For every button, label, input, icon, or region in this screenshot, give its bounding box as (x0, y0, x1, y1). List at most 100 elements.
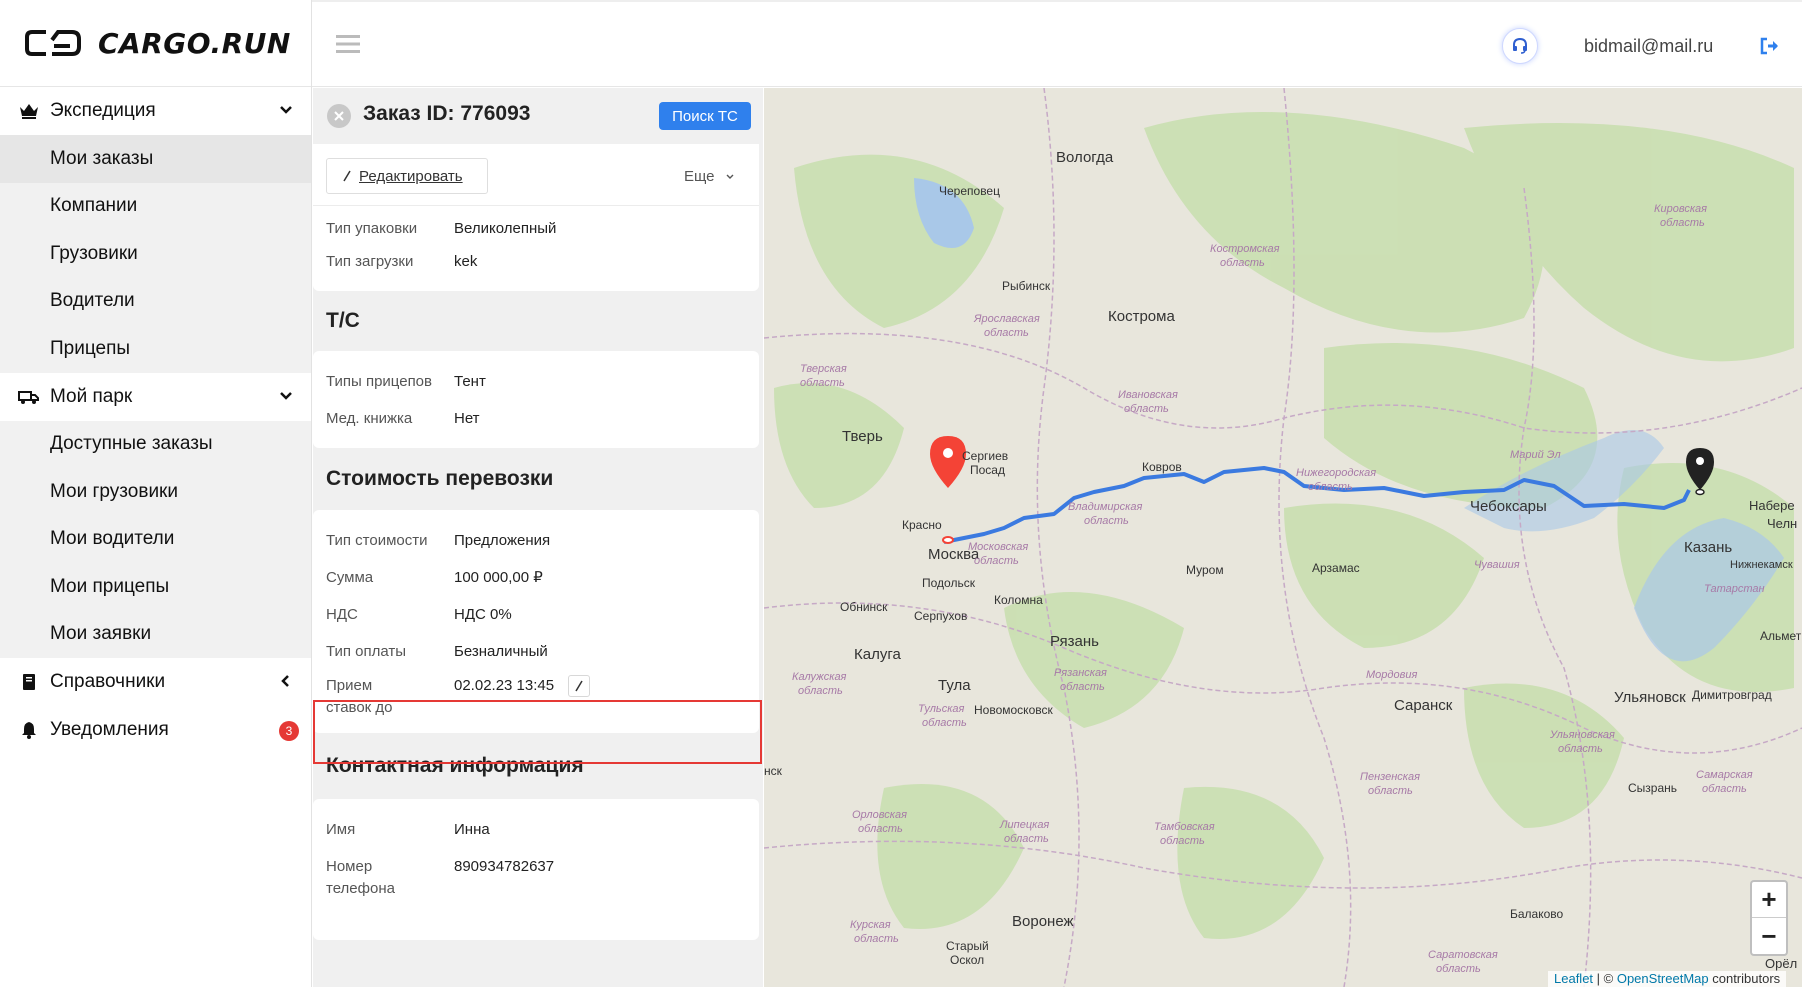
region-label: область (858, 823, 903, 835)
field-value: Предложения (454, 532, 551, 549)
logout-icon[interactable] (1759, 36, 1781, 56)
nav-group-label: Мой парк (50, 385, 133, 407)
edit-bids-until-button[interactable] (568, 675, 591, 698)
edit-button[interactable]: Редактировать (326, 158, 488, 194)
region-label: область (1558, 743, 1603, 755)
city-label: Саранск (1394, 697, 1453, 714)
attribution-tail: contributors (1708, 971, 1781, 986)
sidebar-item-available-orders[interactable]: Доступные заказы (0, 421, 311, 469)
book-icon (18, 672, 40, 692)
nav-group-expedition[interactable]: Экспедиция (0, 87, 311, 135)
topbar: bidmail@mail.ru (312, 0, 1802, 87)
city-label: Тула (938, 677, 971, 694)
bids-until-row: Прием ставок до 02.02.23 13:45 (313, 663, 759, 719)
field-label: Прием ставок до (326, 675, 454, 719)
more-dropdown[interactable]: Еще (684, 168, 735, 185)
nav-group-label: Экспедиция (50, 100, 156, 121)
zoom-in-button[interactable]: + (1752, 882, 1786, 918)
field-value: Инна (454, 821, 490, 838)
field-value: Тент (454, 373, 486, 390)
sidebar-item-my-orders[interactable]: Мои заказы (0, 135, 311, 183)
field-value: Великолепный (454, 220, 557, 237)
city-label: Нижнекамск (1730, 559, 1793, 571)
city-label: Новомосковск (974, 703, 1053, 717)
zoom-out-button[interactable]: − (1752, 918, 1786, 954)
field-label: Имя (326, 821, 356, 838)
city-label: Челн (1767, 516, 1797, 531)
close-icon (334, 111, 344, 121)
route-map[interactable]: Вологда Череповец Рыбинск Кострома Тверь… (764, 88, 1802, 987)
sidebar-item-my-trucks[interactable]: Мои грузовики (0, 468, 311, 516)
region-label: область (1004, 833, 1049, 845)
city-label: Ковров (1142, 460, 1182, 474)
field-value: 02.02.23 13:45 (454, 675, 591, 719)
user-email[interactable]: bidmail@mail.ru (1584, 36, 1713, 57)
logo[interactable]: CARGO.RUN (0, 0, 311, 87)
chevron-down-icon (280, 106, 292, 114)
city-label: Красно (902, 518, 942, 532)
field-label: Номер телефона (326, 856, 454, 900)
city-label: Череповец (939, 184, 1000, 198)
city-label: Подольск (922, 576, 976, 590)
order-card-contact: Имя Инна Номер телефона 890934782637 (313, 799, 759, 940)
region-label: область (1124, 403, 1169, 415)
city-label: Альметь (1760, 629, 1802, 643)
map-attribution: Leaflet | © OpenStreetMap contributors (1548, 971, 1787, 987)
section-title-cost: Стоимость перевозки (313, 448, 763, 510)
support-button[interactable] (1502, 28, 1538, 64)
sidebar-item-companies[interactable]: Компании (0, 183, 311, 231)
menu-icon[interactable] (336, 34, 360, 54)
edit-button-label: Редактировать (359, 167, 463, 185)
sidebar-item-trailers[interactable]: Прицепы (0, 325, 311, 373)
bids-until-value: 02.02.23 13:45 (454, 677, 555, 694)
nav-sub-expedition: Мои заказы Компании Грузовики Водители П… (0, 135, 311, 373)
brand-name: CARGO.RUN (98, 26, 291, 60)
section-title-contact: Контактная информация (313, 733, 763, 799)
truck-icon (18, 387, 40, 407)
order-panel: Заказ ID: 776093 Поиск ТС Редактировать … (313, 88, 763, 987)
field-row: Тип загрузки kek (313, 240, 759, 273)
nav-group-my-park[interactable]: Мой парк (0, 373, 311, 421)
city-label: Чебоксары (1470, 498, 1547, 515)
city-label: Рязань (1050, 633, 1099, 650)
nav-group-notifications[interactable]: Уведомления 3 (0, 706, 311, 754)
order-header: Заказ ID: 776093 Поиск ТС (313, 88, 763, 144)
field-label: Тип оплаты (326, 643, 407, 660)
sidebar-item-drivers[interactable]: Водители (0, 278, 311, 326)
crown-icon (18, 101, 40, 121)
nav-group-label: Уведомления (50, 719, 169, 740)
zoom-control: + − (1750, 880, 1788, 956)
city-label: Старый (946, 939, 989, 953)
nav-group-references[interactable]: Справочники (0, 658, 311, 706)
close-button[interactable] (327, 104, 351, 128)
city-label: Серпухов (914, 609, 967, 623)
field-row: Номер телефона 890934782637 (313, 841, 759, 900)
region-label: Московская (968, 541, 1028, 553)
field-row: Тип стоимости Предложения (313, 530, 759, 552)
region-label: Рязанская (1054, 667, 1107, 679)
more-label: Еще (684, 168, 715, 185)
region-label: область (984, 327, 1029, 339)
osm-link[interactable]: OpenStreetMap (1617, 971, 1709, 986)
region-label: область (800, 377, 845, 389)
city-label: Димитровград (1692, 688, 1772, 702)
sidebar-item-my-bids[interactable]: Мои заявки (0, 611, 311, 659)
region-label: Татарстан (1704, 583, 1765, 595)
region-label: область (1160, 835, 1205, 847)
attribution-separator: | © (1593, 971, 1617, 986)
region-label: Кировская (1654, 203, 1707, 215)
sidebar-item-my-drivers[interactable]: Мои водители (0, 516, 311, 564)
region-label: Ивановская (1118, 389, 1178, 401)
field-row: Мед. книжка Нет (313, 393, 759, 430)
map-canvas[interactable]: Вологда Череповец Рыбинск Кострома Тверь… (764, 88, 1802, 987)
city-label: Балаково (1510, 907, 1564, 921)
sidebar-item-trucks[interactable]: Грузовики (0, 230, 311, 278)
region-label: Самарская (1696, 769, 1753, 781)
search-vehicle-button[interactable]: Поиск ТС (659, 102, 751, 130)
region-label: Пензенская (1360, 771, 1420, 783)
city-label: Набере (1749, 498, 1795, 513)
sidebar-item-my-trailers[interactable]: Мои прицепы (0, 563, 311, 611)
city-label: Оскол (950, 953, 984, 967)
field-row: Тип упаковки Великолепный (313, 206, 759, 240)
leaflet-link[interactable]: Leaflet (1554, 971, 1593, 986)
